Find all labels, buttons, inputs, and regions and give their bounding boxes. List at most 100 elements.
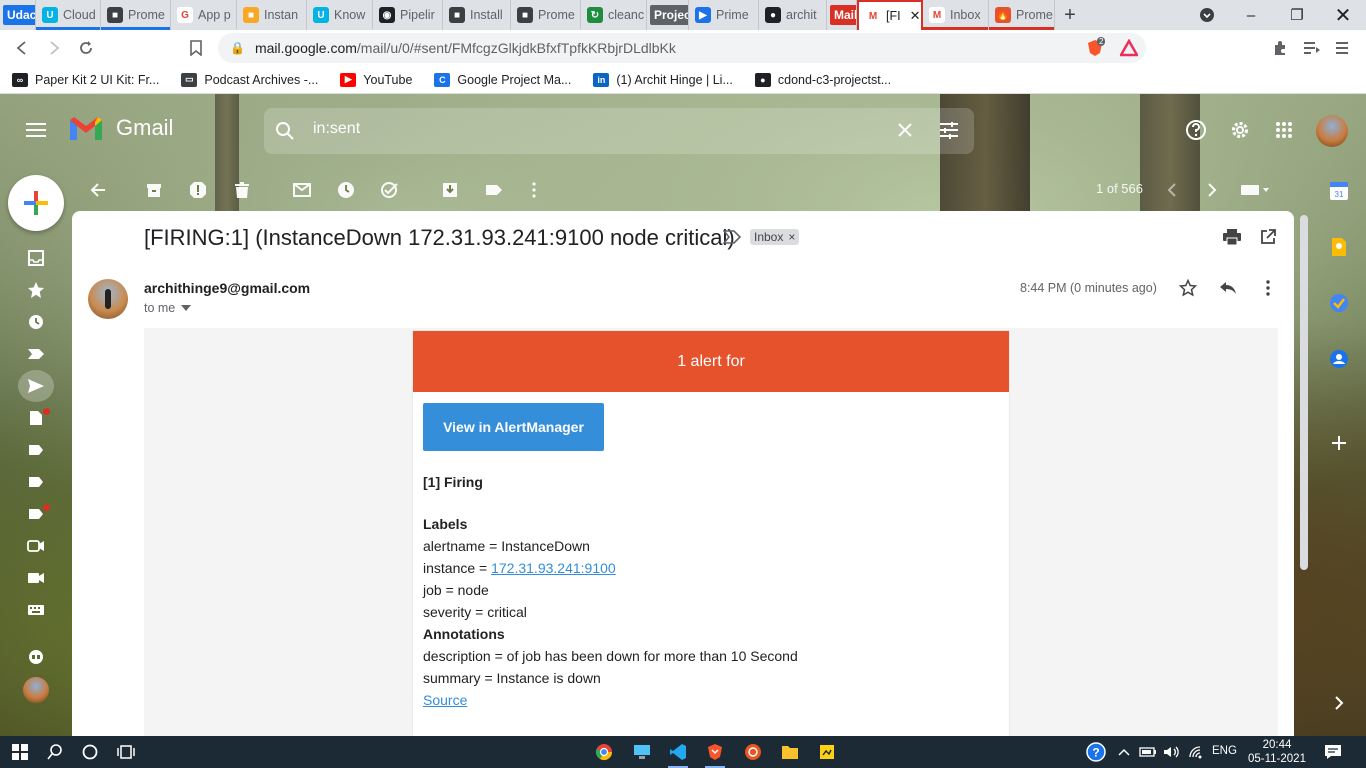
meet-video-icon[interactable] <box>18 562 54 594</box>
more-options-icon[interactable] <box>1253 273 1283 303</box>
brave-shields-icon[interactable]: 2 <box>1086 37 1106 57</box>
view-in-alertmanager-button[interactable]: View in AlertManager <box>423 403 604 451</box>
star-icon[interactable] <box>1173 273 1203 303</box>
tab-search-icon[interactable] <box>1184 0 1230 30</box>
print-icon[interactable] <box>1217 222 1247 252</box>
bookmark-item[interactable]: C Google Project Ma... <box>434 72 571 87</box>
playlist-icon[interactable] <box>1296 32 1328 64</box>
bookmark-item[interactable]: ● cdond-c3-projectst... <box>754 72 891 87</box>
message-scrollbar[interactable] <box>1298 211 1310 736</box>
cortana-icon[interactable] <box>78 740 102 764</box>
browser-tab[interactable]: ◉ Pipelir <box>373 0 443 30</box>
windows-start-icon[interactable] <box>8 740 32 764</box>
snooze-clock-icon[interactable] <box>330 174 362 206</box>
main-menu-icon[interactable] <box>16 110 56 150</box>
browser-tab[interactable]: ■ Prome <box>101 0 171 30</box>
archive-icon[interactable] <box>138 174 170 206</box>
tab-group-label[interactable]: Project <box>647 0 689 30</box>
scrollbar-thumb[interactable] <box>1300 215 1308 570</box>
forward-button[interactable] <box>38 32 70 64</box>
hangouts-avatar[interactable] <box>18 674 54 706</box>
snoozed-clock-icon[interactable] <box>18 306 54 338</box>
brave-taskbar-icon[interactable] <box>703 740 727 768</box>
sent-icon[interactable] <box>18 370 54 402</box>
label-icon[interactable] <box>18 466 54 498</box>
browser-tab[interactable]: U Know <box>307 0 373 30</box>
browser-tab[interactable]: ■ Instan <box>237 0 307 30</box>
battery-icon[interactable] <box>1136 740 1160 764</box>
settings-gear-icon[interactable] <box>1220 110 1260 150</box>
new-tab-button[interactable]: + <box>1055 4 1085 27</box>
taskbar-search-icon[interactable] <box>43 740 67 764</box>
reload-button[interactable] <box>70 32 102 64</box>
help-icon[interactable] <box>1176 110 1216 150</box>
delete-trash-icon[interactable] <box>226 174 258 206</box>
sticky-notes-icon[interactable] <box>815 740 839 764</box>
sender-email[interactable]: archithinge9@gmail.com <box>144 280 310 296</box>
url-text[interactable]: mail.google.com/mail/u/0/#sent/FMfcgzGlk… <box>255 40 676 56</box>
compose-button[interactable] <box>8 175 64 231</box>
input-tools-keyboard-icon[interactable] <box>1236 174 1276 206</box>
keep-icon[interactable] <box>1326 234 1352 260</box>
bookmark-item[interactable]: ▶ YouTube <box>340 72 412 87</box>
bookmark-item[interactable]: ∞ Paper Kit 2 UI Kit: Fr... <box>12 72 159 87</box>
search-options-icon[interactable] <box>939 121 959 142</box>
browser-tab[interactable]: ● archit <box>759 0 827 30</box>
meet-new-meeting-icon[interactable] <box>18 530 54 562</box>
add-to-tasks-icon[interactable] <box>374 174 406 206</box>
brave-rewards-icon[interactable] <box>1118 38 1140 60</box>
apps-grid-icon[interactable] <box>1264 110 1304 150</box>
back-button[interactable] <box>6 32 38 64</box>
recipient-details[interactable]: to me <box>144 301 192 315</box>
tab-active[interactable]: M [FI ✕ <box>857 0 923 30</box>
browser-tab[interactable]: ▶ Prime <box>689 0 759 30</box>
input-language[interactable]: ENG <box>1212 745 1237 757</box>
show-details-dropdown-icon[interactable] <box>181 305 192 311</box>
task-view-icon[interactable] <box>114 740 138 764</box>
file-explorer-icon[interactable] <box>778 740 802 764</box>
meet-keyboard-icon[interactable] <box>18 594 54 626</box>
mark-unread-icon[interactable] <box>286 174 318 206</box>
starred-icon[interactable] <box>18 274 54 306</box>
drafts-icon[interactable] <box>18 402 54 434</box>
browser-tab[interactable]: ■ Install <box>443 0 511 30</box>
source-link[interactable]: Source <box>423 692 467 708</box>
ubuntu-taskbar-icon[interactable] <box>741 740 765 764</box>
bookmark-icon[interactable] <box>180 32 212 64</box>
restore-window-button[interactable]: ❐ <box>1274 0 1320 30</box>
label-icon[interactable] <box>18 498 54 530</box>
browser-tab[interactable]: 🔥 Prome <box>989 0 1055 30</box>
bookmark-item[interactable]: ▭ Podcast Archives -... <box>181 72 318 87</box>
importance-marker-icon[interactable] <box>723 230 741 244</box>
labels-icon[interactable] <box>478 174 510 206</box>
wifi-icon[interactable] <box>1185 740 1209 764</box>
back-to-list-icon[interactable] <box>82 174 114 206</box>
extensions-icon[interactable] <box>1264 32 1296 64</box>
hangouts-icon[interactable] <box>18 642 54 674</box>
notifications-icon[interactable] <box>1321 740 1345 764</box>
system-clock[interactable]: 20:44 05-11-2021 <box>1248 738 1306 766</box>
reply-icon[interactable] <box>1213 273 1243 303</box>
sender-avatar[interactable] <box>88 279 128 319</box>
search-input[interactable]: in:sent <box>313 120 360 138</box>
older-chevron-right-icon[interactable] <box>1196 174 1228 206</box>
important-icon[interactable] <box>18 338 54 370</box>
browser-tab[interactable]: G App p <box>171 0 237 30</box>
browser-tab[interactable]: ↻ cleanc <box>581 0 647 30</box>
contacts-icon[interactable] <box>1326 346 1352 372</box>
calendar-icon[interactable]: 31 <box>1326 178 1352 204</box>
move-to-icon[interactable] <box>434 174 466 206</box>
bookmark-item[interactable]: in (1) Archit Hinge | Li... <box>593 72 733 87</box>
tab-group-label[interactable]: Mail <box>827 0 857 30</box>
minimize-window-button[interactable]: – <box>1228 0 1274 30</box>
help-tray-icon[interactable]: ? <box>1084 740 1108 764</box>
close-window-button[interactable]: ✕ <box>1320 0 1366 30</box>
close-tab-icon[interactable]: ✕ <box>910 8 921 24</box>
account-avatar[interactable] <box>1316 115 1348 147</box>
desktop-app-icon[interactable] <box>630 740 654 764</box>
remove-label-icon[interactable]: × <box>788 230 795 244</box>
browser-menu-icon[interactable] <box>1326 32 1358 64</box>
hide-side-panel-chevron-icon[interactable] <box>1326 690 1352 716</box>
search-box[interactable]: in:sent <box>264 108 974 154</box>
tab-group-label[interactable]: Udacity <box>0 0 36 30</box>
